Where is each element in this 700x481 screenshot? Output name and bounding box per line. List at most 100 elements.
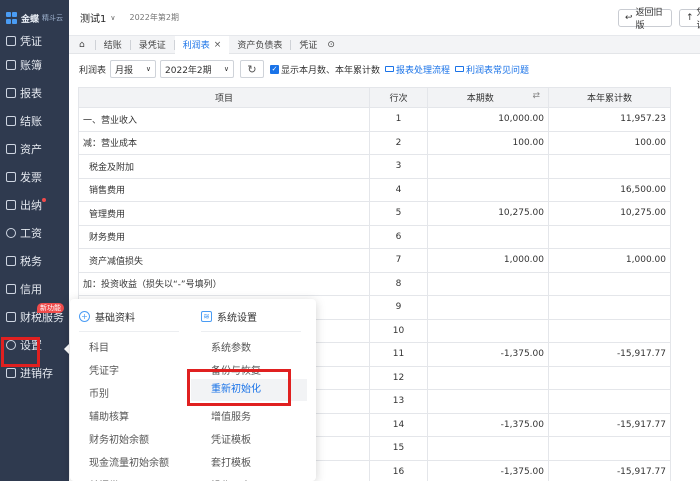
cell-ytd	[548, 389, 671, 414]
system-settings-item[interactable]: 套打模板	[211, 454, 251, 469]
cell-line: 4	[369, 177, 428, 202]
cell-ytd: 11,957.23	[548, 107, 671, 132]
sidebar-item-label: 进销存	[20, 367, 53, 380]
close-icon[interactable]: ×	[214, 40, 222, 50]
cell-ytd	[548, 436, 671, 461]
voucher-icon	[6, 36, 16, 46]
table-row: 管理费用 5 10,275.00 10,275.00	[78, 201, 671, 226]
logo-text: 金蝶	[21, 14, 40, 25]
report-name-label: 利润表	[79, 65, 107, 76]
period-value: 2022年2期	[165, 65, 212, 76]
basic-data-item[interactable]: 单据类	[89, 477, 119, 481]
more-tabs-icon[interactable]: ⊙	[325, 36, 337, 54]
cell-line: 6	[369, 224, 428, 249]
cell-ytd	[548, 318, 671, 343]
sidebar-item-ledger[interactable]: 账簿	[0, 53, 69, 77]
show-cumulative-checkbox[interactable]: ✓	[270, 64, 280, 74]
back-to-old-version-button[interactable]: ↩ 返回旧版	[618, 8, 672, 31]
cell-item: 财务费用	[78, 224, 370, 249]
cell-line: 2	[369, 130, 428, 155]
cell-ytd: 1,000.00	[548, 248, 671, 273]
basic-data-item[interactable]: 科目	[89, 339, 109, 354]
refresh-button[interactable]: ↻	[240, 60, 265, 78]
income-faq-link[interactable]: 利润表常见问题	[455, 63, 529, 76]
cell-item: 一、营业收入	[78, 107, 370, 132]
home-icon[interactable]: ⌂	[69, 36, 95, 54]
cell-current: 1,000.00	[427, 248, 549, 273]
sidebar-item-settings[interactable]: 设置	[0, 333, 69, 357]
cell-item: 资产减值损失	[78, 248, 370, 273]
logo-sub: 精斗云	[42, 14, 64, 22]
basic-data-item[interactable]: 现金流量初始余额	[89, 454, 169, 469]
system-settings-item[interactable]: 增值服务	[211, 408, 251, 423]
cell-current: 100.00	[427, 130, 549, 155]
sidebar-item-asset[interactable]: 资产	[0, 137, 69, 161]
cell-ytd	[548, 295, 671, 320]
credit-icon	[6, 284, 16, 294]
swap-columns-icon[interactable]: ⇄	[532, 91, 540, 101]
tab-close-account[interactable]: 结账	[96, 36, 130, 54]
basic-data-item[interactable]: 财务初始余额	[89, 431, 149, 446]
basic-data-item[interactable]: 币别	[89, 385, 109, 400]
sidebar-item-close-account[interactable]: 结账	[0, 109, 69, 133]
report-type-value: 月报	[115, 65, 134, 76]
divider	[201, 331, 301, 332]
cell-current	[427, 389, 549, 414]
system-settings-item[interactable]: 系统参数	[211, 339, 251, 354]
sidebar-item-cashier[interactable]: 出纳	[0, 193, 69, 217]
cell-line: 5	[369, 201, 428, 226]
report-icon	[6, 88, 16, 98]
cell-current	[427, 436, 549, 461]
cell-current: -1,375.00	[427, 459, 549, 481]
sidebar-item-salary[interactable]: 工资	[0, 221, 69, 245]
notification-dot	[42, 198, 46, 202]
system-settings-item[interactable]: 凭证模板	[211, 431, 251, 446]
cell-current	[427, 224, 549, 249]
table-row: 加：投资收益（损失以“-”号填列） 8	[78, 271, 671, 296]
report-type-select[interactable]: 月报 ∨	[110, 60, 157, 78]
cell-ytd	[548, 154, 671, 179]
cell-current: -1,375.00	[427, 412, 549, 437]
column-header-current-label: 本期数	[466, 94, 494, 104]
cell-ytd: -15,917.77	[548, 459, 671, 481]
column-header-current: 本期数 ⇄	[427, 87, 549, 108]
sidebar-item-invoice[interactable]: 发票	[0, 165, 69, 189]
report-process-link[interactable]: 报表处理流程	[385, 63, 450, 76]
report-process-link-label: 报表处理流程	[396, 65, 451, 76]
video-icon	[385, 66, 395, 72]
period-select[interactable]: 2022年2期 ∨	[160, 60, 235, 78]
cell-line: 10	[369, 318, 428, 343]
sidebar-item-tax[interactable]: 税务	[0, 249, 69, 273]
tab-income-statement[interactable]: 利润表 ×	[174, 35, 230, 54]
basic-data-item[interactable]: 辅助核算	[89, 408, 129, 423]
filter-bar: 利润表 月报 ∨ 2022年2期 ∨ ↻ ✓ 显示本月数、本年累计数 报表处理流程 …	[69, 58, 700, 80]
system-settings-item[interactable]: 备份与恢复	[211, 362, 261, 377]
ledger-icon	[6, 60, 16, 70]
basic-data-section-header: + 基础资料	[79, 309, 135, 324]
tab-balance-sheet[interactable]: 资产负债表	[229, 36, 290, 54]
cell-line: 1	[369, 107, 428, 132]
chevron-down-icon[interactable]: ∨	[110, 14, 115, 22]
tab-enter-voucher[interactable]: 录凭证	[131, 36, 174, 54]
cell-ytd	[548, 224, 671, 249]
basic-data-item[interactable]: 凭证字	[89, 362, 119, 377]
tab-voucher[interactable]: 凭证	[291, 36, 325, 54]
voucher-button[interactable]: ↑凭证	[679, 8, 700, 31]
refresh-icon: ↻	[247, 62, 257, 76]
system-settings-item[interactable]: 操作日志	[211, 477, 251, 481]
asset-icon	[6, 144, 16, 154]
cell-ytd: 100.00	[548, 130, 671, 155]
reinitialize-menu-item[interactable]: 重新初始化	[191, 379, 307, 401]
company-selector[interactable]: 测试1	[80, 10, 106, 25]
sidebar-item-voucher[interactable]: 凭证	[0, 29, 69, 53]
finance-service-icon	[6, 312, 16, 322]
sidebar-item-label: 发票	[20, 171, 42, 184]
cell-current	[427, 154, 549, 179]
cell-ytd: -15,917.77	[548, 342, 671, 367]
sidebar-item-credit[interactable]: 信用	[0, 277, 69, 301]
column-header-item: 项目	[78, 87, 370, 108]
sidebar-item-report[interactable]: 报表	[0, 81, 69, 105]
cashier-icon	[6, 200, 16, 210]
sidebar-item-inventory[interactable]: 进销存	[0, 361, 69, 385]
divider	[79, 331, 179, 332]
